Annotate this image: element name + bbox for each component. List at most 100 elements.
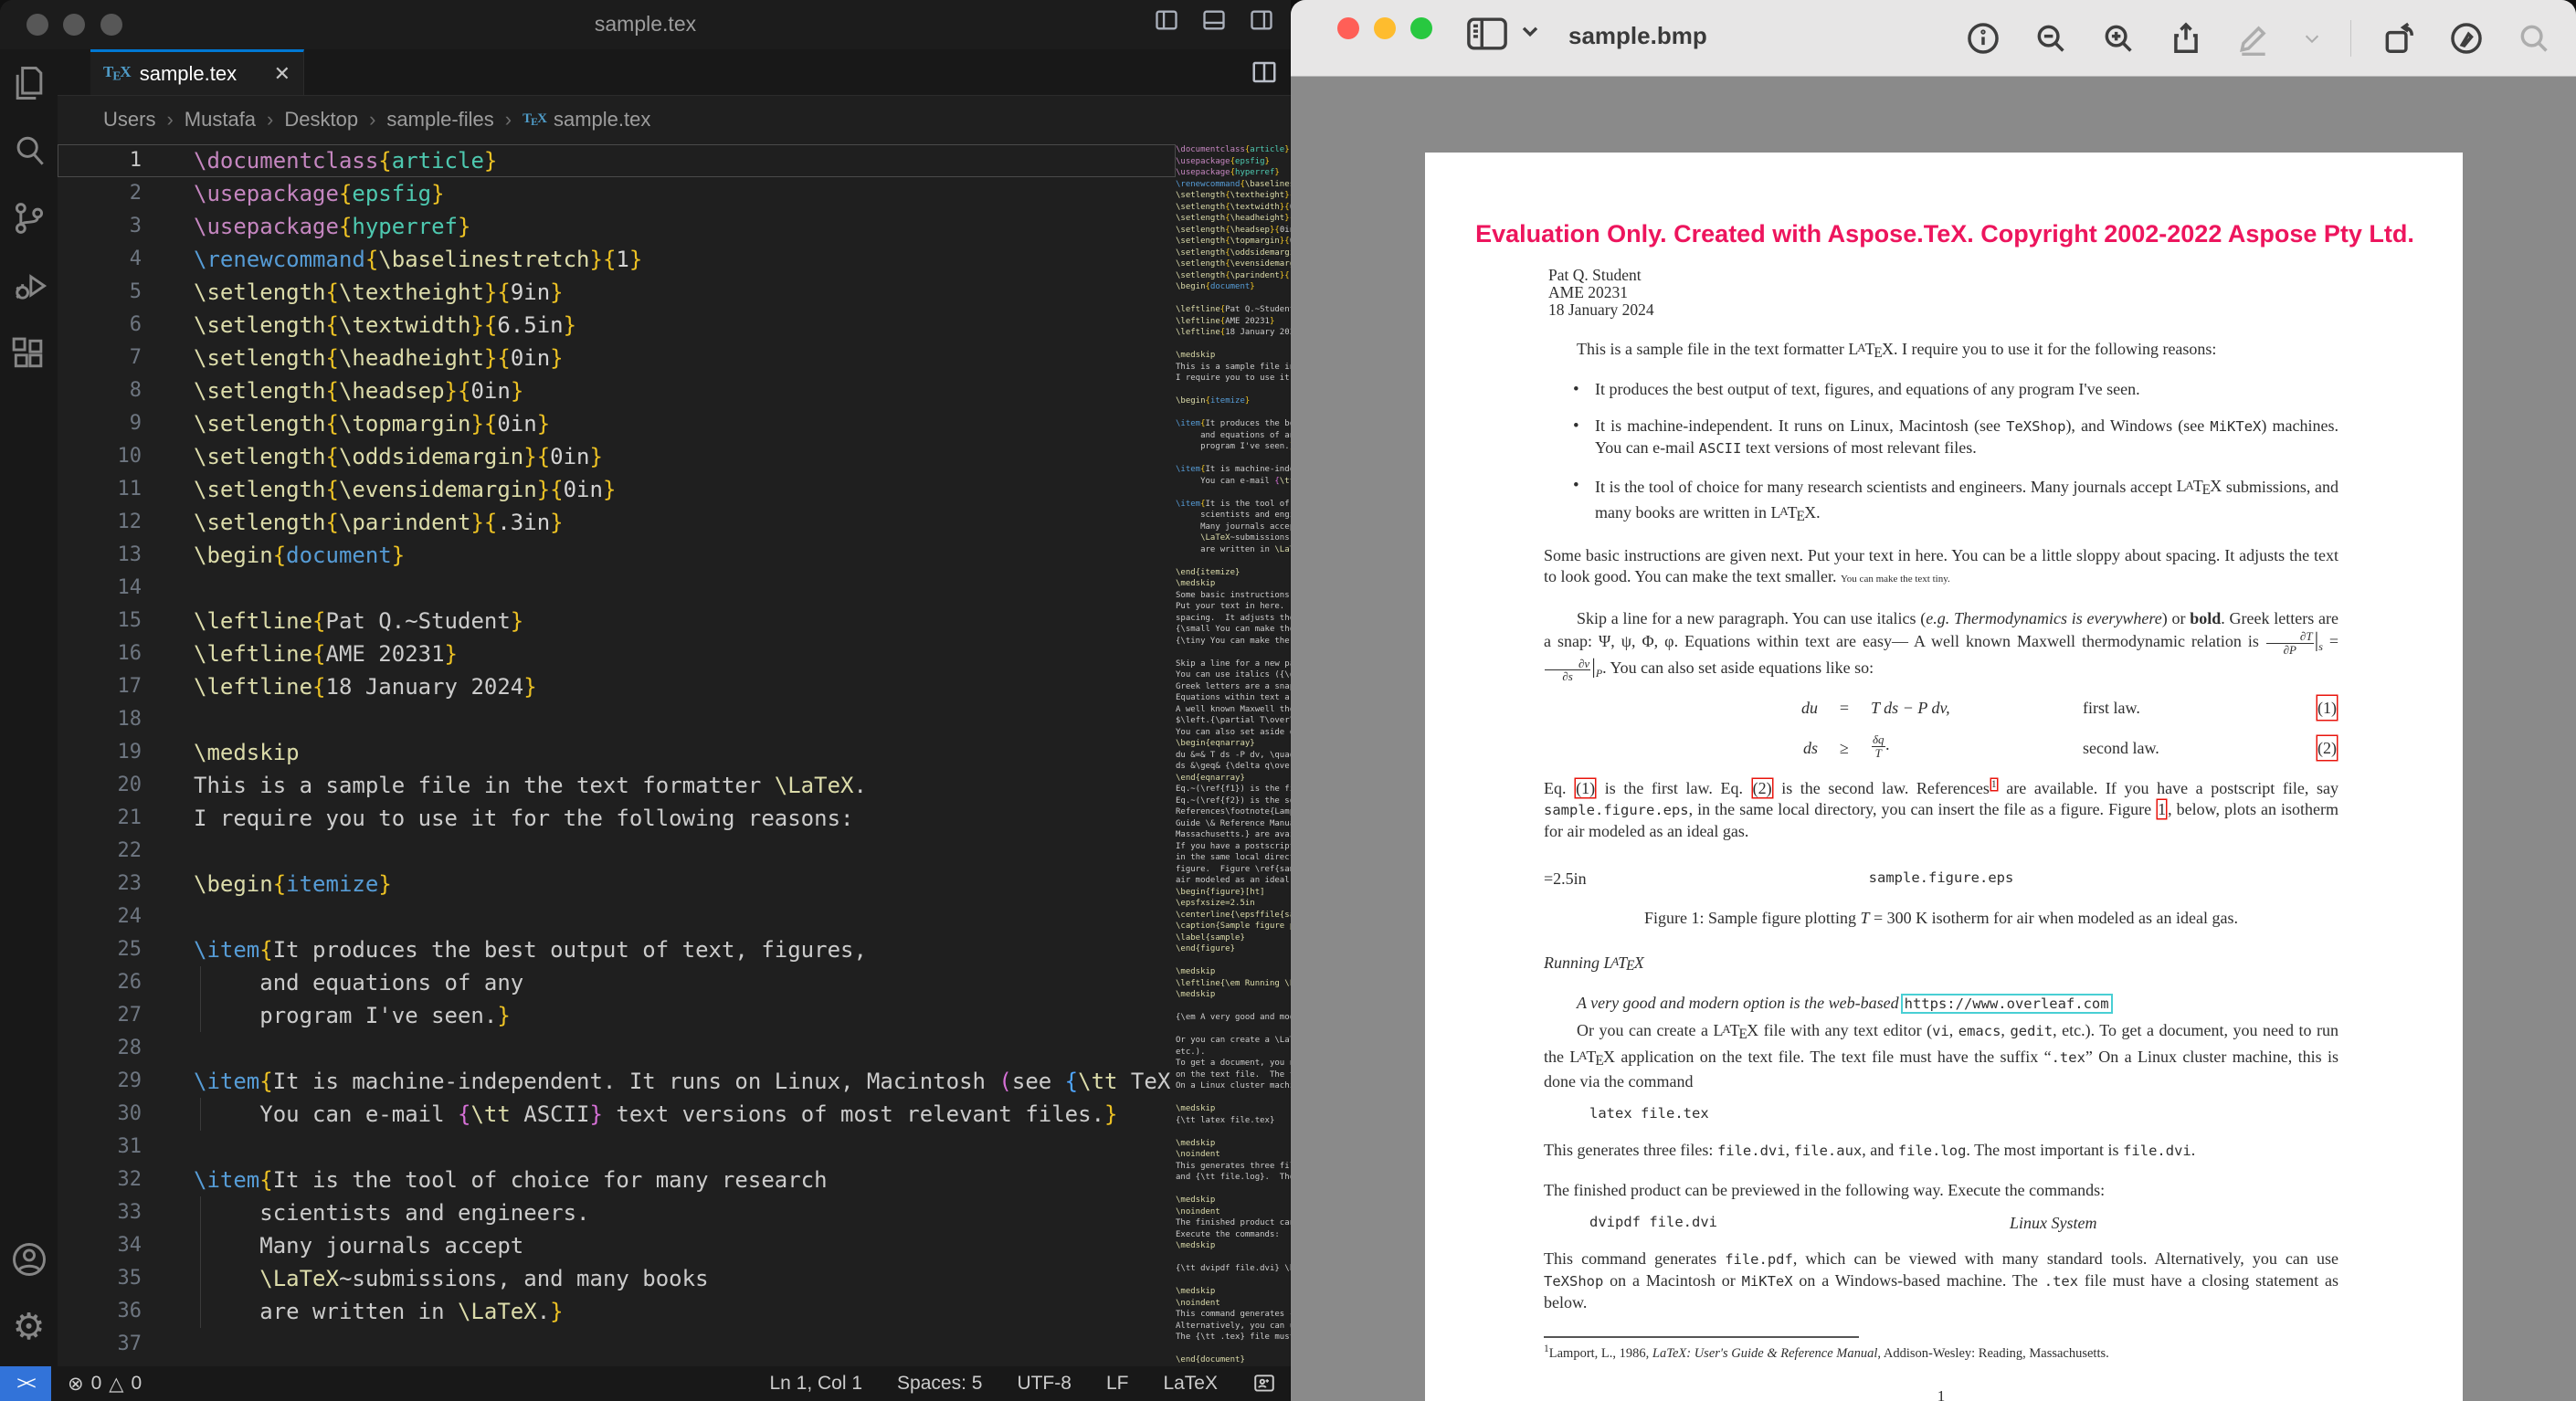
breadcrumb-item[interactable]: sample-files — [386, 108, 493, 132]
code-line[interactable]: 3\usepackage{hyperref} — [58, 210, 1291, 243]
code-line[interactable]: 1\documentclass{article} — [58, 144, 1291, 177]
remote-indicator[interactable]: >< — [0, 1366, 51, 1401]
code-line[interactable]: 21I require you to use it for the follow… — [58, 802, 1291, 835]
code-line[interactable]: 15\leftline{Pat Q.~Student} — [58, 605, 1291, 637]
code-line[interactable]: 25\item{It produces the best output of t… — [58, 933, 1291, 966]
rotate-icon[interactable] — [2379, 18, 2419, 58]
code-line[interactable]: 35 \LaTeX~submissions, and many books — [58, 1262, 1291, 1295]
paragraph: The finished product can be previewed in… — [1544, 1180, 2338, 1201]
code-line[interactable]: 24 — [58, 901, 1291, 933]
code-line[interactable]: 2\usepackage{epsfig} — [58, 177, 1291, 210]
code-line[interactable]: 18 — [58, 703, 1291, 736]
breadcrumb-item[interactable]: Users — [103, 108, 155, 132]
markup-pencil-icon[interactable] — [2233, 18, 2274, 58]
breadcrumb: Users›Mustafa›Desktop›sample-files›TEXsa… — [58, 96, 1172, 143]
paragraph: This generates three files: file.dvi, fi… — [1544, 1140, 2338, 1162]
vscode-titlebar[interactable]: sample.tex — [0, 0, 1291, 49]
problems-indicator[interactable]: ⊗ 0 △ 0 — [68, 1373, 142, 1396]
code-line[interactable]: 17\leftline{18 January 2024} — [58, 670, 1291, 703]
code-line[interactable]: 28 — [58, 1032, 1291, 1065]
code-line[interactable]: 34 Many journals accept — [58, 1229, 1291, 1262]
status-item[interactable]: LF — [1106, 1373, 1129, 1395]
code-line[interactable]: 13\begin{document} — [58, 539, 1291, 572]
code-line[interactable]: 5\setlength{\textheight}{9in} — [58, 276, 1291, 309]
code-line[interactable]: 16\leftline{AME 20231} — [58, 637, 1291, 670]
preview-window: sample.bmp Evaluation Only. Created with… — [1291, 0, 2576, 1401]
list-item: It is the tool of choice for many resear… — [1573, 475, 2338, 527]
code-line[interactable]: 30 You can e-mail {\tt ASCII} text versi… — [58, 1098, 1291, 1131]
code-line[interactable]: 27 program I've seen.} — [58, 999, 1291, 1032]
sidebar-toggle-button[interactable] — [1466, 16, 1539, 51]
zoom-window-button[interactable] — [1410, 17, 1432, 39]
address-block: Pat Q. StudentAME 2023118 January 2024 — [1548, 267, 2338, 319]
preview-content[interactable]: Evaluation Only. Created with Aspose.TeX… — [1291, 76, 2576, 1401]
minimize-window-button[interactable] — [1374, 17, 1396, 39]
code-line[interactable]: 22 — [58, 835, 1291, 868]
command-row: dvipdf file.dviLinux System — [1544, 1214, 2338, 1230]
vscode-window: sample.tex TEX sample.tex ✕ Users›Mustaf… — [0, 0, 1291, 1401]
split-editor-icon[interactable] — [1251, 58, 1278, 90]
info-icon[interactable] — [1963, 18, 2003, 58]
preview-toolbar[interactable]: sample.bmp — [1291, 0, 2576, 77]
close-window-button[interactable] — [1337, 17, 1359, 39]
toggle-sidebar-icon[interactable] — [1154, 7, 1179, 37]
preview-title: sample.bmp — [1568, 22, 1707, 50]
minimap[interactable]: \documentclass{article}\usepackage{epsfi… — [1176, 144, 1291, 1366]
section-heading: Running LATEX — [1544, 953, 2338, 975]
share-icon[interactable] — [2166, 18, 2206, 58]
code-line[interactable]: 37 — [58, 1328, 1291, 1361]
list-item: It is machine-independent. It runs on Li… — [1573, 416, 2338, 459]
code-line[interactable]: 10\setlength{\oddsidemargin}{0in} — [58, 440, 1291, 473]
activity-bar: ⚙ — [0, 49, 58, 1366]
zoom-out-icon[interactable] — [2031, 18, 2071, 58]
code-line[interactable]: 11\setlength{\evensidemargin}{0in} — [58, 473, 1291, 506]
settings-gear-icon[interactable]: ⚙ — [0, 1293, 58, 1361]
code-line[interactable]: 14 — [58, 572, 1291, 605]
status-item[interactable]: UTF-8 — [1017, 1373, 1072, 1395]
breadcrumb-item[interactable]: Desktop — [284, 108, 358, 132]
close-tab-icon[interactable]: ✕ — [274, 62, 290, 86]
warning-icon: △ — [109, 1373, 123, 1396]
error-icon: ⊗ — [68, 1373, 84, 1396]
code-line[interactable]: 26 and equations of any — [58, 966, 1291, 999]
breadcrumb-item[interactable]: Mustafa — [185, 108, 256, 132]
accounts-icon[interactable] — [0, 1226, 58, 1293]
code-line[interactable]: 19\medskip — [58, 736, 1291, 769]
tab-sample-tex[interactable]: TEX sample.tex ✕ — [90, 49, 304, 95]
code-line[interactable]: 33 scientists and engineers. — [58, 1196, 1291, 1229]
code-line[interactable]: 7\setlength{\headheight}{0in} — [58, 342, 1291, 374]
code-line[interactable]: 23\begin{itemize} — [58, 868, 1291, 901]
code-editor[interactable]: 1\documentclass{article}2\usepackage{eps… — [58, 144, 1291, 1366]
highlight-pen-icon[interactable] — [2446, 18, 2486, 58]
code-line[interactable]: 6\setlength{\textwidth}{6.5in} — [58, 309, 1291, 342]
status-item[interactable]: LaTeX — [1163, 1373, 1218, 1395]
toggle-panel-icon[interactable] — [1201, 7, 1227, 37]
feedback-icon[interactable] — [1252, 1372, 1276, 1396]
code-line[interactable]: 36 are written in \LaTeX.} — [58, 1295, 1291, 1328]
code-line[interactable]: 4\renewcommand{\baselinestretch}{1} — [58, 243, 1291, 276]
breadcrumb-item[interactable]: TEXsample.tex — [523, 108, 650, 132]
extensions-icon[interactable] — [0, 320, 58, 387]
status-item[interactable]: Spaces: 5 — [897, 1373, 982, 1395]
code-line[interactable]: 12\setlength{\parindent}{.3in} — [58, 506, 1291, 539]
tex-file-icon: TEX — [523, 111, 546, 129]
zoom-in-icon[interactable] — [2098, 18, 2138, 58]
search-icon[interactable] — [0, 117, 58, 184]
code-line[interactable]: 8\setlength{\headsep}{0in} — [58, 374, 1291, 407]
status-item[interactable]: Ln 1, Col 1 — [769, 1373, 862, 1395]
sidebar-chevron-icon[interactable] — [1521, 26, 1539, 43]
code-line[interactable]: 31 — [58, 1131, 1291, 1164]
status-bar: >< ⊗ 0 △ 0 Ln 1, Col 1 Spaces: 5 UTF-8 LF La… — [0, 1366, 1291, 1401]
window-title: sample.tex — [0, 12, 1291, 37]
explorer-icon[interactable] — [0, 49, 58, 117]
code-line[interactable]: 32\item{It is the tool of choice for man… — [58, 1164, 1291, 1196]
paragraph: Some basic instructions are given next. … — [1544, 545, 2338, 590]
run-debug-icon[interactable] — [0, 252, 58, 320]
code-line[interactable]: 20This is a sample file in the text form… — [58, 769, 1291, 802]
code-line[interactable]: 9\setlength{\topmargin}{0in} — [58, 407, 1291, 440]
markup-chevron-icon[interactable] — [2301, 18, 2323, 58]
search-icon[interactable] — [2514, 18, 2554, 58]
source-control-icon[interactable] — [0, 184, 58, 252]
toggle-secondary-sidebar-icon[interactable] — [1249, 7, 1274, 37]
code-line[interactable]: 29\item{It is machine-independent. It ru… — [58, 1065, 1291, 1098]
